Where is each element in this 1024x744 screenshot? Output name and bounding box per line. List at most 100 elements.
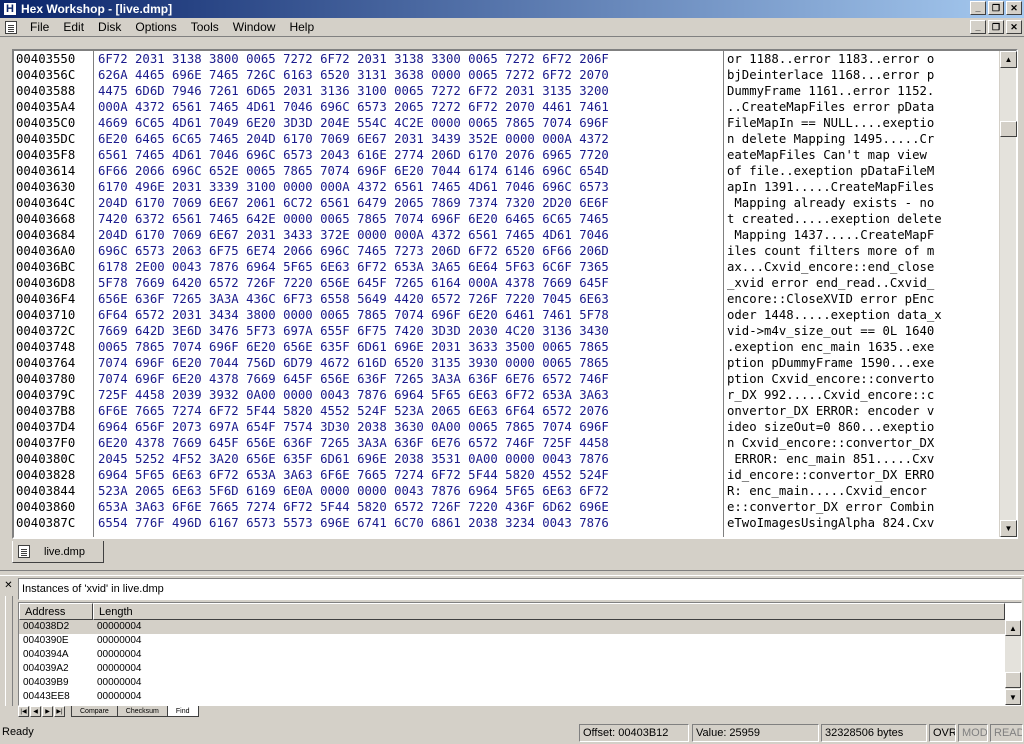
- hex-row-bytes[interactable]: 7669 642D 3E6D 3476 5F73 697A 655F 6F75 …: [94, 323, 723, 339]
- list-scroll-down-icon[interactable]: ▼: [1005, 689, 1021, 705]
- tab-checksum[interactable]: Checksum: [116, 705, 168, 717]
- hex-row-bytes[interactable]: 696C 6573 2063 6F75 6E74 2066 696C 7465 …: [94, 243, 723, 259]
- hex-row-bytes[interactable]: 6F66 2066 696C 652E 0065 7865 7074 696F …: [94, 163, 723, 179]
- hex-row-ascii[interactable]: eateMapFiles Can't map view: [724, 147, 997, 163]
- tab-compare[interactable]: Compare: [71, 705, 118, 717]
- table-row[interactable]: 0040394A 00000004: [19, 648, 1021, 662]
- hex-row-ascii[interactable]: iles count filters more of m: [724, 243, 997, 259]
- hex-row-ascii[interactable]: apIn 1391.....CreateMapFiles: [724, 179, 997, 195]
- scroll-down-icon[interactable]: ▼: [1000, 520, 1017, 537]
- hex-row-ascii[interactable]: n Cxvid_encore::convertor_DX: [724, 435, 997, 451]
- menu-help[interactable]: Help: [282, 20, 321, 34]
- doc-restore-button[interactable]: ❐: [988, 20, 1004, 34]
- menu-edit[interactable]: Edit: [56, 20, 91, 34]
- hex-row-ascii[interactable]: e::convertor_DX error Combin: [724, 499, 997, 515]
- hex-row-ascii[interactable]: ideo sizeOut=0 860...exeptio: [724, 419, 997, 435]
- hex-vertical-scrollbar[interactable]: ▲ ▼: [999, 51, 1017, 537]
- hex-row-ascii[interactable]: or 1188..error 1183..error o: [724, 51, 997, 67]
- hex-view[interactable]: 00403550 0040356C 00403588 004035A4 004035C0…: [14, 51, 997, 537]
- tab-last-icon[interactable]: ▶|: [54, 705, 65, 717]
- hex-row-bytes[interactable]: 6561 7465 4D61 7046 696C 6573 2043 616E …: [94, 147, 723, 163]
- table-row[interactable]: 0040390E 00000004: [19, 634, 1021, 648]
- tab-prev-icon[interactable]: ◀: [30, 705, 41, 717]
- menu-tools[interactable]: Tools: [184, 20, 226, 34]
- hex-row-bytes[interactable]: 2045 5252 4F52 3A20 656E 635F 6D61 696E …: [94, 451, 723, 467]
- hex-row-bytes[interactable]: 4475 6D6D 7946 7261 6D65 2031 3136 3100 …: [94, 83, 723, 99]
- hex-row-ascii[interactable]: FileMapIn == NULL....exeptio: [724, 115, 997, 131]
- hex-column[interactable]: 6F72 2031 3138 3800 0065 7272 6F72 2031 …: [94, 51, 724, 537]
- menu-file[interactable]: File: [23, 20, 56, 34]
- document-icon[interactable]: [5, 20, 17, 34]
- doc-minimize-button[interactable]: _: [970, 20, 986, 34]
- hex-row-ascii[interactable]: R: enc_main.....Cxvid_encor: [724, 483, 997, 499]
- hex-row-ascii[interactable]: ption pDummyFrame 1590...exe: [724, 355, 997, 371]
- hex-row-bytes[interactable]: 0065 7865 7074 696F 6E20 656E 635F 6D61 …: [94, 339, 723, 355]
- close-pane-icon[interactable]: ✕: [3, 581, 14, 591]
- hex-row-ascii[interactable]: ERROR: enc_main 851.....Cxv: [724, 451, 997, 467]
- hex-row-bytes[interactable]: 204D 6170 7069 6E67 2031 3433 372E 0000 …: [94, 227, 723, 243]
- hex-row-ascii[interactable]: _xvid error end_read..Cxvid_: [724, 275, 997, 291]
- hex-row-ascii[interactable]: ..CreateMapFiles error pData: [724, 99, 997, 115]
- hex-row-bytes[interactable]: 4669 6C65 4D61 7049 6E20 3D3D 204E 554C …: [94, 115, 723, 131]
- hex-row-ascii[interactable]: of file..exeption pDataFileM: [724, 163, 997, 179]
- scroll-up-icon[interactable]: ▲: [1000, 51, 1017, 68]
- hex-row-ascii[interactable]: oder 1448.....exeption data_x: [724, 307, 997, 323]
- hex-row-bytes[interactable]: 656E 636F 7265 3A3A 436C 6F73 6558 5649 …: [94, 291, 723, 307]
- find-results-list[interactable]: Address Length 004038D2 00000004 0040390E 0…: [18, 602, 1022, 706]
- table-row[interactable]: 004038D2 00000004: [19, 620, 1021, 634]
- hex-row-bytes[interactable]: 5F78 7669 6420 6572 726F 7220 656E 645F …: [94, 275, 723, 291]
- list-vertical-scrollbar[interactable]: ▲ ▼: [1005, 620, 1021, 705]
- hex-row-ascii[interactable]: ax...Cxvid_encore::end_close: [724, 259, 997, 275]
- hex-row-bytes[interactable]: 653A 3A63 6F6E 7665 7274 6F72 5F44 5820 …: [94, 499, 723, 515]
- hex-row-ascii[interactable]: eTwoImagesUsingAlpha 824.Cxv: [724, 515, 997, 531]
- scroll-thumb[interactable]: [1000, 121, 1017, 137]
- ascii-column[interactable]: or 1188..error 1183..error o bjDeinterlac…: [724, 51, 997, 537]
- hex-row-bytes[interactable]: 626A 4465 696E 7465 726C 6163 6520 3131 …: [94, 67, 723, 83]
- hex-row-ascii[interactable]: t created.....exeption delete: [724, 211, 997, 227]
- close-button[interactable]: ✕: [1006, 1, 1022, 15]
- hex-row-bytes[interactable]: 6F72 2031 3138 3800 0065 7272 6F72 2031 …: [94, 51, 723, 67]
- minimize-button[interactable]: _: [970, 1, 986, 15]
- hex-row-bytes[interactable]: 204D 6170 7069 6E67 2061 6C72 6561 6479 …: [94, 195, 723, 211]
- hex-row-ascii[interactable]: .exeption enc_main 1635..exe: [724, 339, 997, 355]
- hex-row-bytes[interactable]: 6F6E 7665 7274 6F72 5F44 5820 4552 524F …: [94, 403, 723, 419]
- hex-row-bytes[interactable]: 6178 2E00 0043 7876 6964 5F65 6E63 6F72 …: [94, 259, 723, 275]
- hex-row-ascii[interactable]: ption Cxvid_encore::converto: [724, 371, 997, 387]
- hex-row-bytes[interactable]: 6E20 4378 7669 645F 656E 636F 7265 3A3A …: [94, 435, 723, 451]
- tab-next-icon[interactable]: ▶: [42, 705, 53, 717]
- restore-button[interactable]: ❐: [988, 1, 1004, 15]
- menu-window[interactable]: Window: [226, 20, 283, 34]
- pane-grip[interactable]: [5, 596, 13, 706]
- hex-row-ascii[interactable]: encore::CloseXVID error pEnc: [724, 291, 997, 307]
- tab-find[interactable]: Find: [166, 705, 199, 717]
- hex-row-bytes[interactable]: 6E20 6465 6C65 7465 204D 6170 7069 6E67 …: [94, 131, 723, 147]
- hex-row-ascii[interactable]: r_DX 992.....Cxvid_encore::c: [724, 387, 997, 403]
- hex-row-bytes[interactable]: 523A 2065 6E63 5F6D 6169 6E0A 0000 0000 …: [94, 483, 723, 499]
- hex-row-ascii[interactable]: id_encore::convertor_DX ERRO: [724, 467, 997, 483]
- hex-row-ascii[interactable]: n delete Mapping 1495.....Cr: [724, 131, 997, 147]
- hex-row-bytes[interactable]: 7074 696F 6E20 7044 756D 6D79 4672 616D …: [94, 355, 723, 371]
- hex-row-bytes[interactable]: 6F64 6572 2031 3434 3800 0000 0065 7865 …: [94, 307, 723, 323]
- table-row[interactable]: 004039A2 00000004: [19, 662, 1021, 676]
- table-row[interactable]: 004039B9 00000004: [19, 676, 1021, 690]
- hex-row-ascii[interactable]: Mapping 1437.....CreateMapF: [724, 227, 997, 243]
- hex-row-bytes[interactable]: 7074 696F 6E20 4378 7669 645F 656E 636F …: [94, 371, 723, 387]
- hex-row-bytes[interactable]: 6964 5F65 6E63 6F72 653A 3A63 6F6E 7665 …: [94, 467, 723, 483]
- hex-row-ascii[interactable]: vid->m4v_size_out == 0L 1640: [724, 323, 997, 339]
- hex-row-bytes[interactable]: 7420 6372 6561 7465 642E 0000 0065 7865 …: [94, 211, 723, 227]
- list-scroll-thumb[interactable]: [1005, 672, 1021, 688]
- menu-options[interactable]: Options: [128, 20, 183, 34]
- doc-tab-live-dmp[interactable]: live.dmp: [12, 541, 104, 563]
- hex-row-bytes[interactable]: 000A 4372 6561 7465 4D61 7046 696C 6573 …: [94, 99, 723, 115]
- pane-splitter[interactable]: [0, 570, 1024, 576]
- tab-first-icon[interactable]: |◀: [18, 705, 29, 717]
- menu-disk[interactable]: Disk: [91, 20, 128, 34]
- table-row[interactable]: 00443EE8 00000004: [19, 690, 1021, 704]
- doc-close-button[interactable]: ✕: [1006, 20, 1022, 34]
- hex-row-bytes[interactable]: 6554 776F 496D 6167 6573 5573 696E 6741 …: [94, 515, 723, 531]
- list-scroll-up-icon[interactable]: ▲: [1005, 620, 1021, 636]
- hex-row-ascii[interactable]: DummyFrame 1161..error 1152.: [724, 83, 997, 99]
- hex-row-bytes[interactable]: 6964 656F 2073 697A 654F 7574 3D30 2038 …: [94, 419, 723, 435]
- hex-row-bytes[interactable]: 725F 4458 2039 3932 0A00 0000 0043 7876 …: [94, 387, 723, 403]
- hex-row-ascii[interactable]: onvertor_DX ERROR: encoder v: [724, 403, 997, 419]
